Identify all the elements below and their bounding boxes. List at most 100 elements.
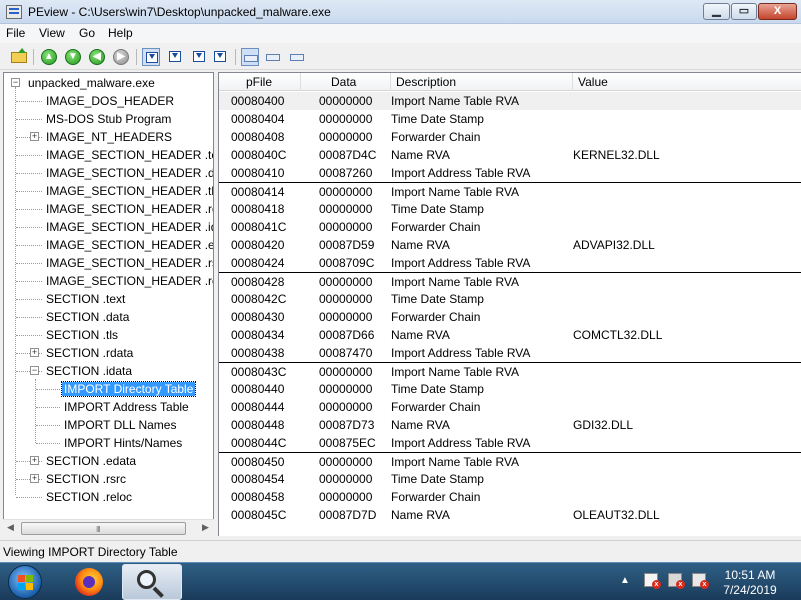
tree-item-nt-headers[interactable]: IMAGE_NT_HEADERS	[44, 128, 174, 146]
tree-item-section-header-edata[interactable]: IMAGE_SECTION_HEADER .edata	[44, 236, 213, 254]
show-hidden-icons-icon[interactable]: ▲	[620, 575, 630, 586]
clock-date: 7/24/2019	[723, 583, 777, 597]
list-row[interactable]: 00080404 00000000 Time Date Stamp	[219, 110, 801, 128]
scrollbar-thumb[interactable]: III	[21, 522, 186, 535]
list-row[interactable]: 00080454 00000000 Time Date Stamp	[219, 470, 801, 488]
maximize-button[interactable]: ▭	[731, 3, 757, 20]
tree-item-section-header-reloc[interactable]: IMAGE_SECTION_HEADER .reloc	[44, 272, 213, 290]
tree-item-dos-header[interactable]: IMAGE_DOS_HEADER	[44, 92, 176, 110]
action-center-icon[interactable]: x	[644, 573, 661, 589]
tree-item-section-header-idata[interactable]: IMAGE_SECTION_HEADER .idata	[44, 218, 213, 236]
open-file-button[interactable]	[10, 48, 28, 66]
list-row[interactable]: 00080418 00000000 Time Date Stamp	[219, 200, 801, 218]
tree-item-section-rsrc[interactable]: SECTION .rsrc	[44, 470, 128, 488]
structure-tree[interactable]: − unpacked_malware.exe IMAGE_DOS_HEADER …	[3, 72, 214, 536]
view-mode-3-button[interactable]	[190, 48, 208, 66]
view-mode-2-button[interactable]	[166, 48, 184, 66]
tree-item-section-header-data[interactable]: IMAGE_SECTION_HEADER .data	[44, 164, 213, 182]
list-row[interactable]: 00080400 00000000 Import Name Table RVA	[219, 92, 801, 110]
list-row[interactable]: 00080428 00000000 Import Name Table RVA	[219, 272, 801, 290]
detail-view-button[interactable]	[288, 48, 306, 66]
list-row[interactable]: 00080414 00000000 Import Name Table RVA	[219, 182, 801, 200]
scroll-left-icon[interactable]: ◀	[7, 522, 14, 533]
taskbar-peview-button[interactable]	[122, 564, 182, 600]
menu-file[interactable]: File	[6, 26, 25, 40]
hex-view-button[interactable]	[241, 48, 259, 66]
list-row[interactable]: 00080448 00087D73 Name RVA GDI32.DLL	[219, 416, 801, 434]
peview-app-icon[interactable]	[6, 5, 22, 19]
tree-root[interactable]: unpacked_malware.exe	[26, 74, 157, 92]
scroll-right-icon[interactable]: ▶	[202, 522, 209, 533]
toolbar: ▲ ▼ ◀ ▶	[0, 44, 801, 70]
list-row[interactable]: 00080450 00000000 Import Name Table RVA	[219, 452, 801, 470]
tree-collapse-root[interactable]: −	[11, 78, 20, 87]
forward-arrow-icon: ▶	[113, 49, 129, 65]
column-value[interactable]: Value	[573, 73, 801, 91]
tree-item-section-text[interactable]: SECTION .text	[44, 290, 127, 308]
list-row[interactable]: 00080440 00000000 Time Date Stamp	[219, 380, 801, 398]
cell-pfile: 00080420	[231, 238, 285, 252]
list-row[interactable]: 0008044C 000875EC Import Address Table RVA	[219, 434, 801, 452]
close-button[interactable]: X	[758, 3, 797, 20]
tree-horizontal-scrollbar[interactable]: ◀ III ▶	[3, 519, 214, 536]
list-row[interactable]: 00080430 00000000 Forwarder Chain	[219, 308, 801, 326]
list-row[interactable]: 00080438 00087470 Import Address Table RVA	[219, 344, 801, 362]
cell-pfile: 0008042C	[231, 292, 287, 306]
tree-item-section-edata[interactable]: SECTION .edata	[44, 452, 138, 470]
system-clock[interactable]: 10:51 AM 7/24/2019	[714, 568, 786, 598]
tree-item-section-header-rdata[interactable]: IMAGE_SECTION_HEADER .rdata	[44, 200, 213, 218]
volume-icon[interactable]: x	[692, 573, 709, 589]
list-row[interactable]: 00080434 00087D66 Name RVA COMCTL32.DLL	[219, 326, 801, 344]
tree-item-import-hints-names[interactable]: IMPORT Hints/Names	[62, 434, 184, 452]
go-down-button[interactable]: ▼	[64, 48, 82, 66]
view-mode-1-button[interactable]	[142, 48, 160, 66]
list-row[interactable]: 00080420 00087D59 Name RVA ADVAPI32.DLL	[219, 236, 801, 254]
list-row[interactable]: 00080424 0008709C Import Address Table RVA	[219, 254, 801, 272]
column-description[interactable]: Description	[391, 73, 573, 91]
taskbar-firefox-button[interactable]	[62, 564, 118, 600]
menu-help[interactable]: Help	[108, 26, 133, 40]
list-row[interactable]: 00080458 00000000 Forwarder Chain	[219, 488, 801, 506]
tree-item-section-header-rsrc[interactable]: IMAGE_SECTION_HEADER .rsrc	[44, 254, 213, 272]
list-row[interactable]: 00080444 00000000 Forwarder Chain	[219, 398, 801, 416]
tree-item-section-header-text[interactable]: IMAGE_SECTION_HEADER .text	[44, 146, 213, 164]
tree-item-import-directory-table[interactable]: IMPORT Directory Table	[60, 380, 197, 398]
value-view-button[interactable]	[264, 48, 282, 66]
cell-pfile: 00080400	[231, 94, 285, 108]
minimize-button[interactable]: ▁	[703, 3, 730, 20]
list-row[interactable]: 00080408 00000000 Forwarder Chain	[219, 128, 801, 146]
go-up-button[interactable]: ▲	[40, 48, 58, 66]
tree-item-section-rdata[interactable]: SECTION .rdata	[44, 344, 135, 362]
list-row[interactable]: 0008042C 00000000 Time Date Stamp	[219, 290, 801, 308]
list-row[interactable]: 00080410 00087260 Import Address Table RVA	[219, 164, 801, 182]
network-icon[interactable]: x	[668, 573, 685, 589]
start-button[interactable]	[8, 565, 42, 599]
menu-go[interactable]: Go	[79, 26, 95, 40]
list-row[interactable]: 0008043C 00000000 Import Name Table RVA	[219, 362, 801, 380]
cell-value: ADVAPI32.DLL	[573, 238, 655, 252]
tree-item-section-tls[interactable]: SECTION .tls	[44, 326, 120, 344]
tree-item-dos-stub[interactable]: MS-DOS Stub Program	[44, 110, 173, 128]
tree-expand-nt-headers[interactable]: +	[30, 132, 39, 141]
back-button[interactable]: ◀	[88, 48, 106, 66]
tree-expand-edata[interactable]: +	[30, 456, 39, 465]
tree-item-import-address-table[interactable]: IMPORT Address Table	[62, 398, 191, 416]
tree-item-section-header-tls[interactable]: IMAGE_SECTION_HEADER .tls	[44, 182, 213, 200]
column-data[interactable]: Data	[301, 73, 391, 91]
list-row[interactable]: 0008041C 00000000 Forwarder Chain	[219, 218, 801, 236]
cell-desc: Name RVA	[391, 508, 450, 522]
tree-item-section-idata[interactable]: SECTION .idata	[44, 362, 134, 380]
tree-item-section-reloc[interactable]: SECTION .reloc	[44, 488, 134, 506]
detail-list[interactable]: pFile Data Description Value 00080400 000…	[218, 72, 801, 536]
list-row[interactable]: 0008045C 00087D7D Name RVA OLEAUT32.DLL	[219, 506, 801, 524]
column-pfile[interactable]: pFile	[219, 73, 301, 91]
view-mode-4-button[interactable]	[211, 48, 229, 66]
tree-item-import-dll-names[interactable]: IMPORT DLL Names	[62, 416, 178, 434]
tree-expand-rsrc[interactable]: +	[30, 474, 39, 483]
list-row[interactable]: 0008040C 00087D4C Name RVA KERNEL32.DLL	[219, 146, 801, 164]
menu-view[interactable]: View	[39, 26, 65, 40]
tree-collapse-idata[interactable]: −	[30, 366, 39, 375]
tree-expand-rdata[interactable]: +	[30, 348, 39, 357]
tree-item-section-data[interactable]: SECTION .data	[44, 308, 131, 326]
forward-button[interactable]: ▶	[112, 48, 130, 66]
